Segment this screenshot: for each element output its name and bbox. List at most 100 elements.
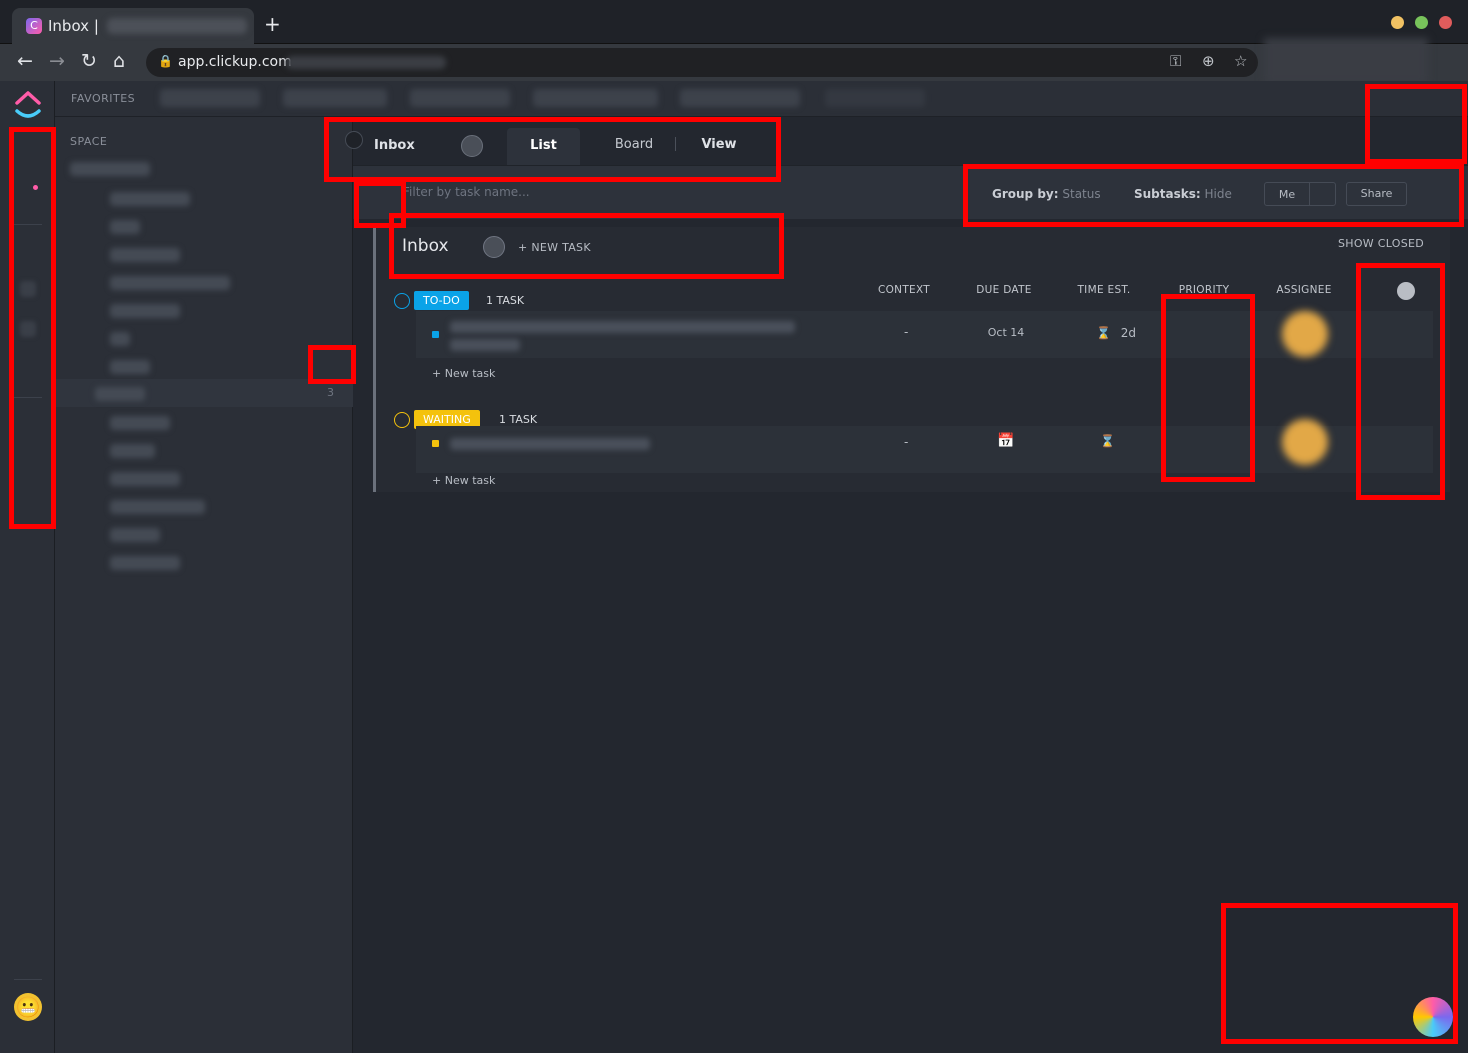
task-status-square-icon[interactable] (432, 331, 439, 338)
column-header-time-est[interactable]: TIME EST. (1054, 284, 1154, 296)
sidebar: SPACE 3 (55, 117, 353, 1053)
show-closed-button[interactable]: SHOW CLOSED (1338, 237, 1424, 250)
sidebar-item[interactable] (110, 276, 230, 290)
tab-add-view[interactable]: View (688, 137, 750, 152)
view-header: Inbox List Board View (345, 117, 1468, 165)
sidebar-item[interactable] (110, 500, 205, 514)
rail-space-icon[interactable] (20, 281, 36, 297)
list-status-dot-icon[interactable] (461, 135, 483, 157)
status-badge-todo[interactable]: TO-DO (414, 291, 469, 310)
task-name-redacted (450, 438, 650, 450)
me-filter-button[interactable]: Me (1264, 182, 1336, 206)
task-due-date[interactable]: Oct 14 (956, 326, 1056, 339)
status-circle-icon[interactable] (394, 293, 410, 309)
task-time-estimate[interactable]: ⌛ 2d (1096, 326, 1136, 340)
browser-tab-bar: C Inbox | + (0, 0, 1468, 44)
sidebar-item[interactable] (110, 472, 180, 486)
subtasks-control[interactable]: Subtasks: Hide (1134, 187, 1232, 201)
clickup-logo-icon[interactable] (14, 89, 42, 121)
task-name-redacted (450, 321, 795, 333)
url-text: app.clickup.com (178, 54, 292, 70)
favorite-item[interactable] (283, 89, 387, 107)
sidebar-space-item[interactable] (70, 162, 150, 176)
favorite-item[interactable] (160, 89, 260, 107)
sidebar-item[interactable] (110, 444, 155, 458)
column-header-priority[interactable]: PRIORITY (1154, 284, 1254, 296)
sidebar-item[interactable] (110, 332, 130, 346)
column-header-assignee[interactable]: ASSIGNEE (1254, 284, 1354, 296)
group-task-count: 1 TASK (499, 413, 538, 426)
reload-icon[interactable]: ↻ (81, 50, 97, 72)
status-circle-icon[interactable] (394, 412, 410, 428)
add-circle-icon[interactable]: ⊕ (1202, 52, 1215, 70)
table-row[interactable]: - Oct 14 ⌛ 2d (416, 311, 1433, 358)
group-task-count: 1 TASK (486, 294, 525, 307)
column-header-context[interactable]: CONTEXT (854, 284, 954, 296)
task-context[interactable]: - (904, 435, 908, 449)
forward-arrow-icon[interactable]: → (49, 50, 65, 72)
key-icon[interactable]: ⚿ (1170, 52, 1181, 70)
sidebar-item[interactable] (110, 304, 180, 318)
assignee-avatar[interactable] (1282, 311, 1328, 357)
sidebar-item[interactable] (110, 220, 140, 234)
share-button[interactable]: Share (1346, 182, 1407, 206)
sidebar-item[interactable] (110, 556, 180, 570)
column-settings-icon[interactable] (1397, 282, 1415, 300)
sidebar-item[interactable] (110, 192, 190, 206)
sidebar-item-inbox[interactable] (55, 379, 353, 407)
new-task-button[interactable]: + NEW TASK (518, 241, 591, 254)
list-panel: Inbox + NEW TASK SHOW CLOSED CONTEXT DUE… (373, 227, 1450, 492)
task-name-redacted (450, 339, 520, 351)
user-avatar-icon[interactable]: 😬 (14, 993, 42, 1021)
tab-list[interactable]: List (507, 128, 580, 165)
task-context[interactable]: - (904, 325, 908, 339)
add-task-link[interactable]: + New task (432, 367, 495, 380)
task-filter-input[interactable] (403, 178, 703, 206)
tab-divider (675, 137, 676, 151)
extensions-redacted (1264, 38, 1428, 84)
close-window-button[interactable] (1439, 16, 1452, 29)
star-icon[interactable]: ☆ (1234, 52, 1247, 70)
rail-space-icon-2[interactable] (20, 321, 36, 337)
favorite-item[interactable] (410, 89, 510, 107)
quick-action-fab-icon[interactable] (1413, 997, 1453, 1037)
sidebar-item[interactable] (110, 360, 150, 374)
subtasks-label: Subtasks: (1134, 187, 1201, 201)
collapse-toggle-icon[interactable] (345, 131, 363, 149)
filter-bar: Group by: Status Subtasks: Hide Me Share (353, 165, 1468, 219)
task-status-square-icon[interactable] (432, 440, 439, 447)
rail-divider-2 (14, 397, 42, 398)
tab-title: Inbox | (48, 17, 99, 35)
notification-dot-icon (33, 185, 38, 190)
me-divider (1309, 183, 1310, 205)
favorite-item[interactable] (825, 89, 925, 107)
new-tab-button[interactable]: + (264, 12, 281, 36)
favorite-item[interactable] (533, 89, 658, 107)
sidebar-item[interactable] (110, 416, 170, 430)
calendar-icon[interactable]: 📅 (956, 433, 1056, 449)
me-label: Me (1278, 188, 1296, 201)
list-title: Inbox (402, 236, 449, 256)
url-field[interactable]: 🔒 app.clickup.com ⚿ ⊕ ☆ (146, 48, 1258, 77)
tab-title-redacted (107, 18, 247, 34)
list-name: Inbox (374, 138, 415, 153)
favorite-item[interactable] (680, 89, 800, 107)
group-by-control[interactable]: Group by: Status (992, 187, 1101, 201)
add-task-link[interactable]: + New task (432, 474, 495, 487)
list-color-dot-icon[interactable] (483, 236, 505, 258)
hourglass-icon[interactable]: ⌛ (1100, 434, 1115, 448)
maximize-button[interactable] (1415, 16, 1428, 29)
favorites-label: FAVORITES (71, 92, 136, 105)
sidebar-item[interactable] (110, 528, 160, 542)
browser-tab[interactable]: C Inbox | (12, 8, 254, 44)
minimize-button[interactable] (1391, 16, 1404, 29)
tab-board[interactable]: Board (593, 137, 675, 152)
lock-icon: 🔒 (158, 54, 173, 68)
home-icon[interactable]: ⌂ (113, 50, 125, 72)
column-header-due-date[interactable]: DUE DATE (954, 284, 1054, 296)
sidebar-item-count: 3 (327, 386, 334, 399)
table-row[interactable]: - 📅 ⌛ (416, 419, 1433, 473)
back-arrow-icon[interactable]: ← (17, 50, 33, 72)
assignee-avatar[interactable] (1282, 419, 1328, 465)
sidebar-item[interactable] (110, 248, 180, 262)
